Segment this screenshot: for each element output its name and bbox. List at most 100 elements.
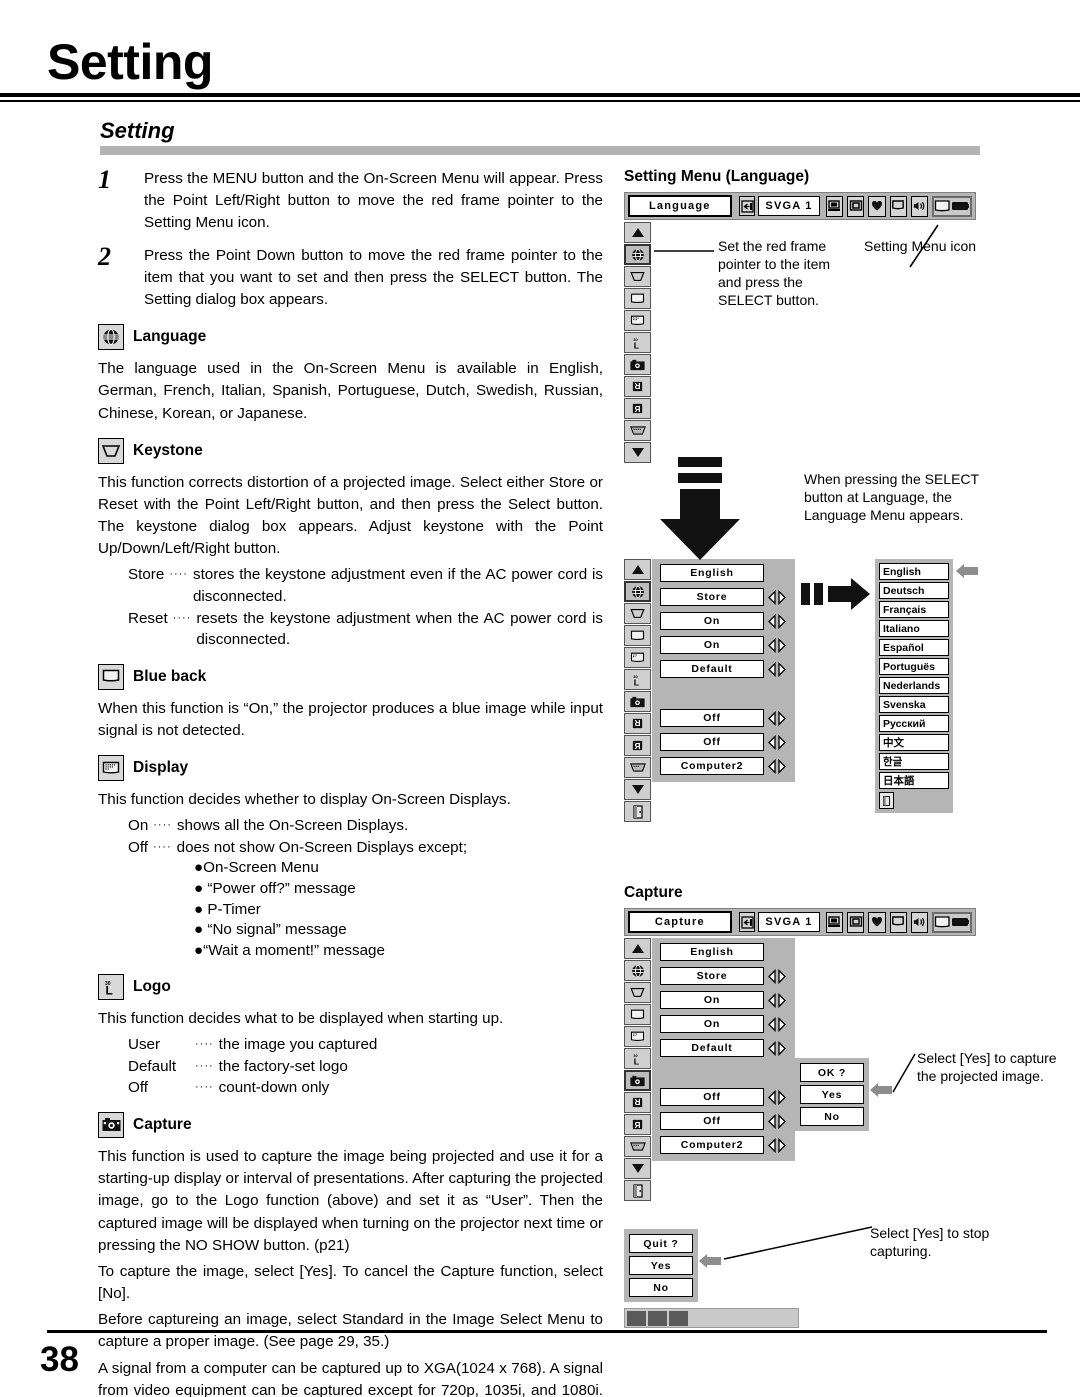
left-right-arrows-icon[interactable] bbox=[767, 637, 787, 653]
sidebar-item-language-2[interactable] bbox=[624, 581, 651, 602]
menubar-capture[interactable]: Capture SVGA 1 bbox=[624, 908, 976, 936]
language-option-espanol[interactable]: Español bbox=[879, 639, 949, 656]
sidebar-item-logo-2[interactable]: 30 L bbox=[624, 669, 651, 690]
left-right-arrows-icon[interactable] bbox=[767, 1040, 787, 1056]
sidebar-item-display-2[interactable] bbox=[624, 647, 651, 668]
image-adjust-icon-2[interactable] bbox=[889, 911, 907, 933]
sidebar-item-rear-2[interactable]: R bbox=[624, 735, 651, 756]
logo-def-off-dots: ···· bbox=[195, 1081, 214, 1094]
sidebar-item-ceiling[interactable]: R bbox=[624, 376, 651, 397]
image-adjust-icon[interactable] bbox=[889, 195, 907, 217]
left-right-arrows-icon[interactable] bbox=[767, 992, 787, 1008]
sidebar-item-logo-3[interactable]: 30 L bbox=[624, 1048, 651, 1069]
left-right-arrows-icon[interactable] bbox=[767, 1113, 787, 1129]
setting-menu-icon-2[interactable] bbox=[932, 911, 973, 933]
input-source-icon[interactable] bbox=[738, 196, 756, 216]
menubar-language[interactable]: Language SVGA 1 bbox=[624, 192, 976, 220]
left-right-arrows-icon[interactable] bbox=[767, 1089, 787, 1105]
capture-value-row-blueback[interactable]: On bbox=[660, 990, 787, 1010]
quit-dialog-no[interactable]: No bbox=[629, 1278, 693, 1297]
ok-dialog-yes[interactable]: Yes bbox=[800, 1085, 864, 1104]
capture-value-row-display[interactable]: On bbox=[660, 1014, 787, 1034]
sidebar-item-terminal[interactable] bbox=[624, 420, 651, 441]
input-source-icon-2[interactable] bbox=[738, 912, 756, 932]
sidebar-scroll-down-icon-3[interactable] bbox=[624, 1158, 651, 1179]
value-row-ceiling[interactable]: Off bbox=[660, 708, 787, 728]
sidebar-item-blueback-3[interactable] bbox=[624, 1004, 651, 1025]
capture-value-row-logo[interactable]: Default bbox=[660, 1038, 787, 1058]
sound-icon[interactable] bbox=[910, 195, 929, 217]
screen-size-icon[interactable] bbox=[846, 195, 865, 217]
ok-dialog-no[interactable]: No bbox=[800, 1107, 864, 1126]
left-right-arrows-icon[interactable] bbox=[767, 1137, 787, 1153]
language-quit-icon[interactable] bbox=[879, 792, 894, 809]
language-option-svenska[interactable]: Svenska bbox=[879, 696, 949, 713]
left-right-arrows-icon[interactable] bbox=[767, 661, 787, 677]
capture-para-3: A signal from a computer can be captured… bbox=[98, 1359, 603, 1397]
sidebar-item-rear-3[interactable]: R bbox=[624, 1114, 651, 1135]
sidebar-item-display-3[interactable] bbox=[624, 1026, 651, 1047]
sidebar-item-rear[interactable]: R bbox=[624, 398, 651, 419]
language-option-portugues[interactable]: Portuguës bbox=[879, 658, 949, 675]
left-right-arrows-icon[interactable] bbox=[767, 589, 787, 605]
left-right-arrows-icon[interactable] bbox=[767, 613, 787, 629]
sidebar-item-blueback[interactable] bbox=[624, 288, 651, 309]
sidebar-scroll-down-icon-2[interactable] bbox=[624, 779, 651, 800]
left-right-arrows-icon[interactable] bbox=[767, 968, 787, 984]
sidebar-item-ceiling-2[interactable]: R bbox=[624, 713, 651, 734]
capture-value-row-ceiling[interactable]: Off bbox=[660, 1087, 787, 1107]
language-option-chinese[interactable]: 中文 bbox=[879, 734, 949, 751]
capture-dialog-values: English Store On On Default Off Off Comp… bbox=[652, 938, 795, 1161]
color-image-icon[interactable] bbox=[868, 195, 886, 217]
language-option-francais[interactable]: Français bbox=[879, 601, 949, 618]
value-row-keystone[interactable]: Store bbox=[660, 587, 787, 607]
sidebar-item-keystone[interactable] bbox=[624, 266, 651, 287]
sidebar-item-terminal-3[interactable] bbox=[624, 1136, 651, 1157]
sidebar-item-capture-2[interactable] bbox=[624, 691, 651, 712]
sidebar-item-capture[interactable] bbox=[624, 354, 651, 375]
computer-icon[interactable] bbox=[825, 195, 843, 217]
value-row-terminal[interactable]: Computer2 bbox=[660, 756, 787, 776]
quit-dialog-yes[interactable]: Yes bbox=[629, 1256, 693, 1275]
color-image-icon-2[interactable] bbox=[868, 911, 886, 933]
value-row-rear[interactable]: Off bbox=[660, 732, 787, 752]
sidebar-item-terminal-2[interactable] bbox=[624, 757, 651, 778]
screen-size-icon-2[interactable] bbox=[846, 911, 865, 933]
language-option-japanese[interactable]: 日本語 bbox=[879, 772, 949, 789]
language-option-korean[interactable]: 한글 bbox=[879, 753, 949, 770]
language-option-english[interactable]: English bbox=[879, 563, 949, 580]
language-option-deutsch[interactable]: Deutsch bbox=[879, 582, 949, 599]
language-option-italiano[interactable]: Italiano bbox=[879, 620, 949, 637]
sidebar-quit-icon-2[interactable] bbox=[624, 1180, 651, 1201]
language-option-nederlands[interactable]: Nederlands bbox=[879, 677, 949, 694]
sidebar-item-language[interactable] bbox=[624, 244, 651, 265]
sidebar-scroll-up-icon-3[interactable] bbox=[624, 938, 651, 959]
menubar-name-language: Language bbox=[628, 195, 732, 217]
sidebar-item-capture-3[interactable] bbox=[624, 1070, 651, 1091]
capture-value-row-terminal[interactable]: Computer2 bbox=[660, 1135, 787, 1155]
sidebar-item-ceiling-3[interactable]: R bbox=[624, 1092, 651, 1113]
value-row-logo[interactable]: Default bbox=[660, 659, 787, 679]
left-right-arrows-icon[interactable] bbox=[767, 734, 787, 750]
left-right-arrows-icon[interactable] bbox=[767, 1016, 787, 1032]
language-option-russian[interactable]: Русский bbox=[879, 715, 949, 732]
computer-icon-2[interactable] bbox=[825, 911, 843, 933]
sidebar-item-blueback-2[interactable] bbox=[624, 625, 651, 646]
sidebar-scroll-up-icon[interactable] bbox=[624, 222, 651, 243]
sidebar-item-keystone-3[interactable] bbox=[624, 982, 651, 1003]
sidebar-item-language-3[interactable] bbox=[624, 960, 651, 981]
capture-value-row-keystone[interactable]: Store bbox=[660, 966, 787, 986]
sound-icon-2[interactable] bbox=[910, 911, 929, 933]
sidebar-item-display[interactable] bbox=[624, 310, 651, 331]
left-text-column: 1 Press the MENU button and the On-Scree… bbox=[98, 165, 603, 1397]
value-row-blueback[interactable]: On bbox=[660, 611, 787, 631]
sidebar-item-logo[interactable]: 30 L bbox=[624, 332, 651, 353]
left-right-arrows-icon[interactable] bbox=[767, 758, 787, 774]
value-row-display[interactable]: On bbox=[660, 635, 787, 655]
left-right-arrows-icon[interactable] bbox=[767, 710, 787, 726]
capture-value-row-rear[interactable]: Off bbox=[660, 1111, 787, 1131]
sidebar-item-keystone-2[interactable] bbox=[624, 603, 651, 624]
setting-menu-icon[interactable] bbox=[932, 195, 973, 217]
capture-value-row-language[interactable]: English bbox=[660, 942, 787, 962]
sidebar-quit-icon[interactable] bbox=[624, 801, 651, 822]
